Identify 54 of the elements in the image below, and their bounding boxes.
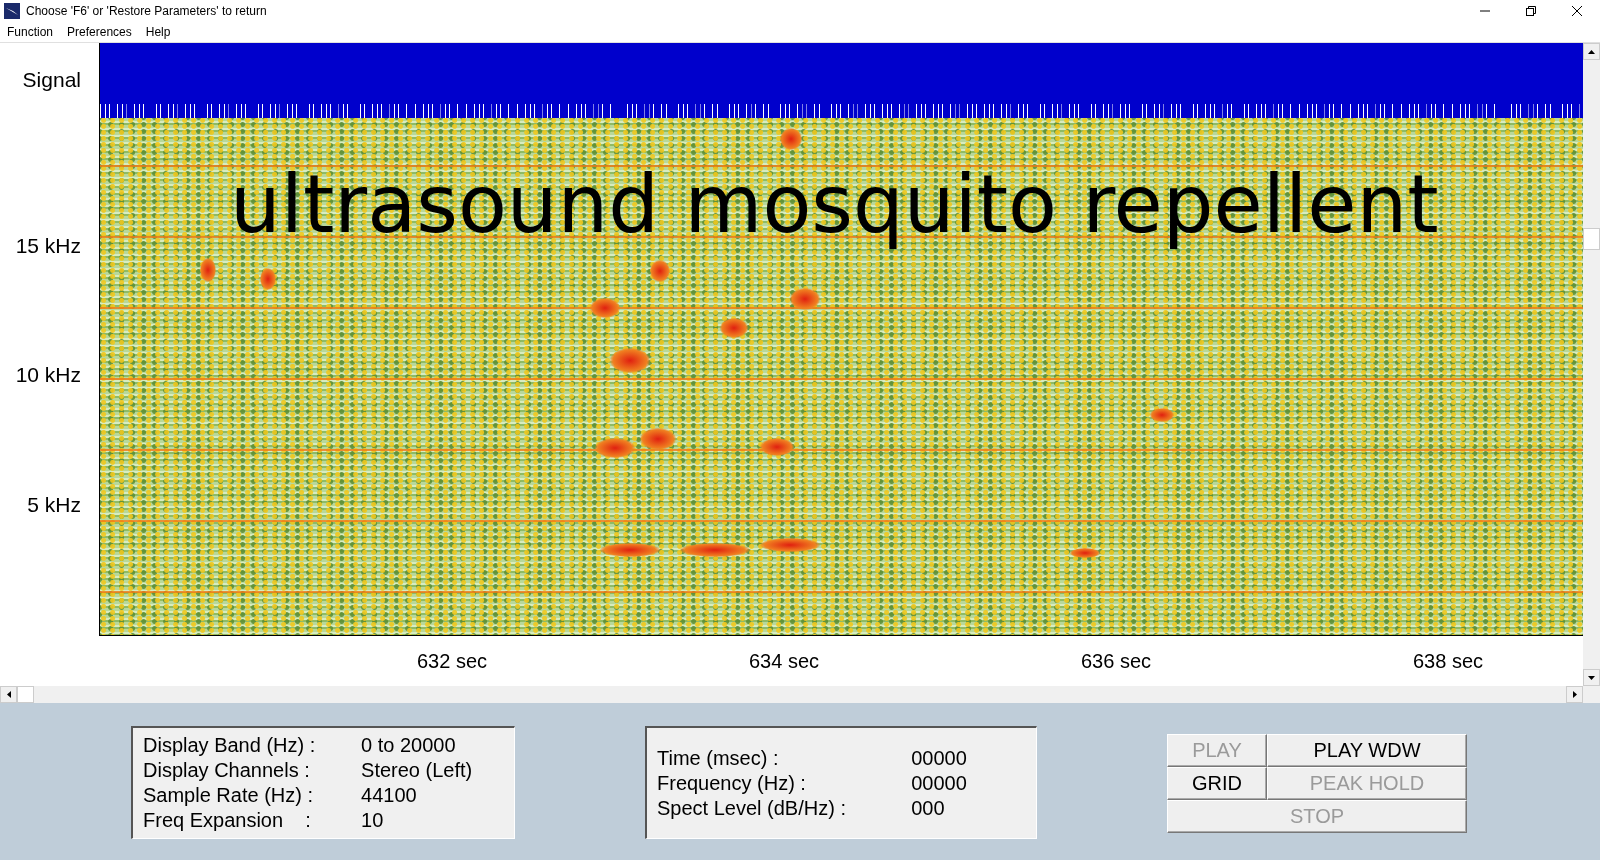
hot-spot (650, 260, 670, 282)
hot-spot (610, 348, 650, 373)
info-value: 00000 (911, 770, 968, 796)
scroll-right-icon[interactable] (1566, 686, 1583, 703)
info-value: 0 to 20000 (361, 733, 457, 758)
time-label: 636 sec (1080, 650, 1152, 673)
scroll-down-icon[interactable] (1583, 669, 1600, 686)
frequency-label: 10 kHz (15, 363, 81, 387)
menu-item[interactable]: Help (138, 25, 178, 39)
menu-item[interactable]: Function (0, 25, 61, 39)
hot-spot (200, 258, 216, 282)
info-label: Frequency (Hz) : (657, 770, 807, 796)
restore-icon[interactable] (1526, 6, 1536, 16)
info-label: Sample Rate (Hz) : (143, 783, 315, 808)
hot-spot (720, 318, 748, 338)
scroll-thumb[interactable] (1583, 228, 1600, 250)
close-icon[interactable] (1572, 6, 1582, 16)
hot-spot (260, 268, 276, 290)
info-label: Time (msec) : (657, 745, 780, 771)
control-button[interactable]: GRID (1167, 767, 1267, 800)
hot-spot (760, 438, 794, 456)
scroll-left-icon[interactable] (0, 686, 17, 703)
scroll-thumb[interactable] (17, 686, 34, 703)
hot-spot (600, 543, 660, 557)
menu-item[interactable]: Preferences (60, 25, 139, 39)
frequency-label: 15 kHz (15, 234, 81, 258)
hot-spot (760, 538, 820, 552)
control-button[interactable]: PLAY WDW (1267, 734, 1467, 767)
info-label: Spect Level (dB/Hz) : (657, 795, 847, 821)
hot-spot (640, 428, 676, 450)
hot-spot (1150, 408, 1174, 422)
time-label: 632 sec (416, 650, 488, 673)
info-value: Stereo (Left) (361, 758, 474, 783)
app-icon (4, 3, 20, 19)
info-label: Display Band (Hz) : (143, 733, 317, 758)
frequency-label: 5 kHz (27, 493, 81, 517)
hot-spot (790, 288, 820, 310)
info-label: Display Channels : (143, 758, 311, 783)
hot-spot (595, 438, 635, 458)
time-label: 634 sec (748, 650, 820, 673)
window-title: Choose 'F6' or 'Restore Parameters' to return (26, 4, 268, 18)
hot-spot (780, 128, 802, 150)
hot-spot (590, 298, 620, 318)
overlay-caption: ultrasound mosquito repellent (230, 158, 1439, 251)
info-value: 00000 (911, 745, 968, 771)
signal-label: Signal (22, 68, 81, 92)
info-value: 000 (911, 795, 946, 821)
info-value: 10 (361, 808, 385, 833)
hot-spot (1070, 548, 1100, 558)
info-value: 44100 (361, 783, 418, 808)
scroll-up-icon[interactable] (1583, 43, 1600, 60)
time-label: 638 sec (1412, 650, 1484, 673)
info-label: Freq Expansion : (143, 808, 312, 833)
hot-spot (680, 543, 750, 557)
